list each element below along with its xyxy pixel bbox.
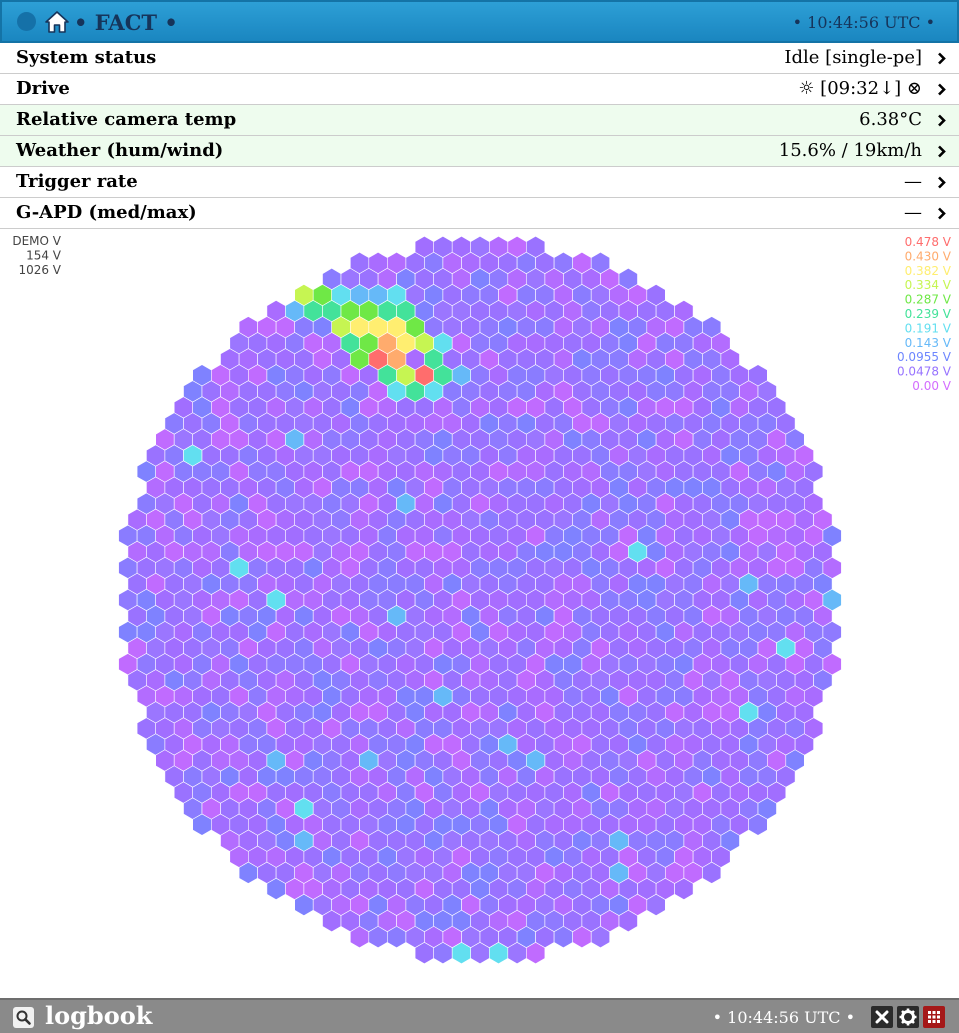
status-row-value: 6.38°C — [859, 109, 922, 130]
status-row[interactable]: Trigger rate — — [0, 167, 959, 198]
scale-label: 0.430 V — [905, 249, 952, 263]
status-row-label: Drive — [16, 78, 70, 99]
scale-label: 0.478 V — [905, 235, 952, 249]
status-row-value: — — [904, 171, 922, 192]
header-clock: • 10:44:56 UTC • — [792, 13, 935, 32]
status-row[interactable]: G-APD (med/max) — — [0, 198, 959, 229]
status-row[interactable]: Weather (hum/wind) 15.6% / 19km/h — [0, 136, 959, 167]
footer-clock: • 10:44:56 UTC • — [712, 1008, 855, 1027]
chevron-right-icon — [938, 52, 946, 65]
camera-info-label: DEMO V — [12, 234, 61, 248]
footer-bar: logbook • 10:44:56 UTC • — [0, 998, 959, 1033]
status-row-label: Weather (hum/wind) — [16, 140, 224, 161]
status-row[interactable]: Relative camera temp 6.38°C — [0, 105, 959, 136]
camera-info-label: 154 V — [26, 249, 62, 263]
scale-label: 0.0478 V — [897, 365, 952, 379]
grid-button[interactable] — [923, 1006, 945, 1028]
title-bar: • FACT • • 10:44:56 UTC • — [0, 0, 959, 43]
close-button[interactable] — [871, 1006, 893, 1028]
chevron-right-icon — [938, 145, 946, 158]
grid-icon — [928, 1011, 940, 1023]
settings-button[interactable] — [897, 1006, 919, 1028]
status-row-value: Idle [single-pe] — [784, 47, 922, 68]
status-row[interactable]: System status Idle [single-pe] — [0, 43, 959, 74]
scale-label: 0.00 V — [912, 379, 952, 393]
chevron-right-icon — [938, 114, 946, 127]
status-row-value: — — [904, 202, 922, 223]
chevron-right-icon — [938, 83, 946, 96]
status-row-label: Relative camera temp — [16, 109, 237, 130]
scale-label: 0.382 V — [905, 264, 952, 278]
scale-label: 0.0955 V — [897, 350, 952, 364]
status-light-icon — [17, 12, 36, 31]
search-button[interactable] — [13, 1007, 34, 1028]
status-row-label: G-APD (med/max) — [16, 202, 197, 223]
camera-display: DEMO V154 V1026 V0.478 V0.430 V0.382 V0.… — [12, 234, 952, 965]
search-icon — [16, 1010, 31, 1025]
gear-icon — [899, 1008, 917, 1026]
pixel-grid — [118, 235, 842, 965]
scale-label: 0.143 V — [905, 336, 952, 350]
scale-label: 0.239 V — [905, 307, 952, 321]
close-icon — [875, 1010, 889, 1024]
status-row[interactable]: Drive ☼ [09:32↓] ⊗ — [0, 74, 959, 105]
page-title: • FACT • — [74, 10, 178, 35]
status-row-label: System status — [16, 47, 157, 68]
home-icon[interactable] — [45, 11, 69, 33]
scale-label: 0.191 V — [905, 321, 952, 335]
scale-label: 0.334 V — [905, 278, 952, 292]
status-row-value: ☼ [09:32↓] ⊗ — [798, 78, 922, 99]
status-row-value: 15.6% / 19km/h — [778, 140, 922, 161]
scale-label: 0.287 V — [905, 293, 952, 307]
camera-info-label: 1026 V — [18, 263, 61, 277]
footer-title: logbook — [45, 1001, 153, 1030]
chevron-right-icon — [938, 207, 946, 220]
chevron-right-icon — [938, 176, 946, 189]
status-row-label: Trigger rate — [16, 171, 138, 192]
